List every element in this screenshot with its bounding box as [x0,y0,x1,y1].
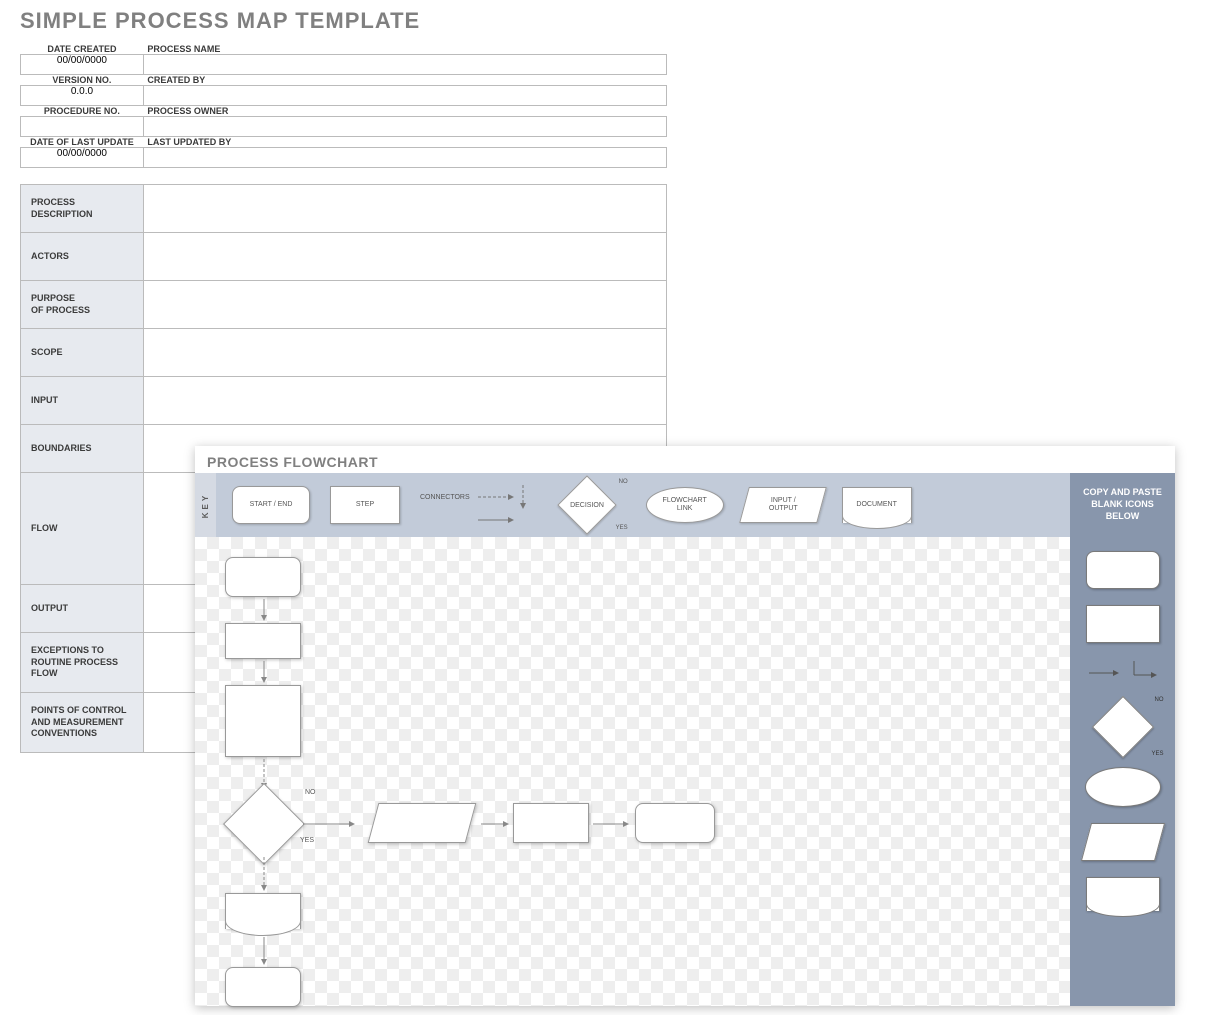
created-by-label: CREATED BY [143,75,666,86]
process-name-label: PROCESS NAME [143,44,666,55]
flowchart-key-bar: KEY START / END STEP CONNECTORS DECISION… [195,473,1175,537]
key-decision-icon: DECISION NO YES [548,483,626,527]
purpose-label: PURPOSE OF PROCESS [21,281,144,329]
scope-label: SCOPE [21,329,144,377]
created-by-input[interactable] [143,86,666,106]
key-label: KEY [195,473,216,537]
output-label: OUTPUT [21,585,144,633]
palette-step-icon[interactable] [1086,605,1160,643]
canvas-startend-shape-3[interactable] [225,967,301,1007]
key-input-output-icon: INPUT / OUTPUT [739,487,827,523]
palette-sidebar: NO YES [1070,537,1175,1006]
flow-label: FLOW [21,473,144,585]
date-created-label: DATE CREATED [21,44,144,55]
points-of-control-label: POINTS OF CONTROL AND MEASUREMENT CONVEN… [21,693,144,753]
key-startend-icon: START / END [232,486,310,524]
canvas-step-shape-2[interactable] [225,685,301,757]
last-updated-by-label: LAST UPDATED BY [143,137,666,148]
palette-document-icon[interactable] [1086,877,1160,911]
flowchart-title: PROCESS FLOWCHART [195,446,1175,473]
key-document-icon: DOCUMENT [842,487,912,523]
canvas-step-shape[interactable] [225,623,301,659]
date-last-update-label: DATE OF LAST UPDATE [21,137,144,148]
flowchart-canvas[interactable]: NO YES [195,537,1070,1006]
last-updated-by-input[interactable] [143,148,666,168]
canvas-startend-shape-2[interactable] [635,803,715,843]
process-name-input[interactable] [143,55,666,75]
canvas-input-output-shape[interactable] [368,803,477,843]
palette-input-output-icon[interactable] [1080,823,1164,861]
key-flowchart-link-icon: FLOWCHART LINK [646,487,724,523]
canvas-decision-yes-label: YES [300,837,314,844]
process-description-label: PROCESS DESCRIPTION [21,185,144,233]
process-description-value[interactable] [144,185,667,233]
canvas-document-shape[interactable] [225,893,301,929]
date-last-update-input[interactable]: 00/00/0000 [21,148,144,168]
canvas-startend-shape[interactable] [225,557,301,597]
input-label: INPUT [21,377,144,425]
page-title: SIMPLE PROCESS MAP TEMPLATE [20,8,680,34]
version-no-label: VERSION NO. [21,75,144,86]
key-connectors-icon: CONNECTORS [420,485,528,525]
process-owner-input[interactable] [143,117,666,137]
palette-startend-icon[interactable] [1086,551,1160,589]
meta-table: DATE CREATED PROCESS NAME 00/00/0000 VER… [20,44,667,168]
version-no-input[interactable]: 0.0.0 [21,86,144,106]
canvas-step-shape-3[interactable] [513,803,589,843]
procedure-no-label: PROCEDURE NO. [21,106,144,117]
procedure-no-input[interactable] [21,117,144,137]
process-owner-label: PROCESS OWNER [143,106,666,117]
palette-connectors-icon[interactable] [1084,659,1162,687]
actors-label: ACTORS [21,233,144,281]
palette-decision-icon[interactable]: NO YES [1084,703,1162,751]
date-created-input[interactable]: 00/00/0000 [21,55,144,75]
palette-flowchart-link-icon[interactable] [1085,767,1161,807]
input-value[interactable] [144,377,667,425]
canvas-decision-shape[interactable] [223,783,305,865]
exceptions-label: EXCEPTIONS TO ROUTINE PROCESS FLOW [21,633,144,693]
key-step-icon: STEP [330,486,400,524]
copy-paste-hint: COPY AND PASTE BLANK ICONS BELOW [1070,473,1175,537]
scope-value[interactable] [144,329,667,377]
canvas-decision-no-label: NO [305,789,316,796]
actors-value[interactable] [144,233,667,281]
purpose-value[interactable] [144,281,667,329]
boundaries-label: BOUNDARIES [21,425,144,473]
flowchart-panel: PROCESS FLOWCHART KEY START / END STEP C… [195,446,1175,1006]
